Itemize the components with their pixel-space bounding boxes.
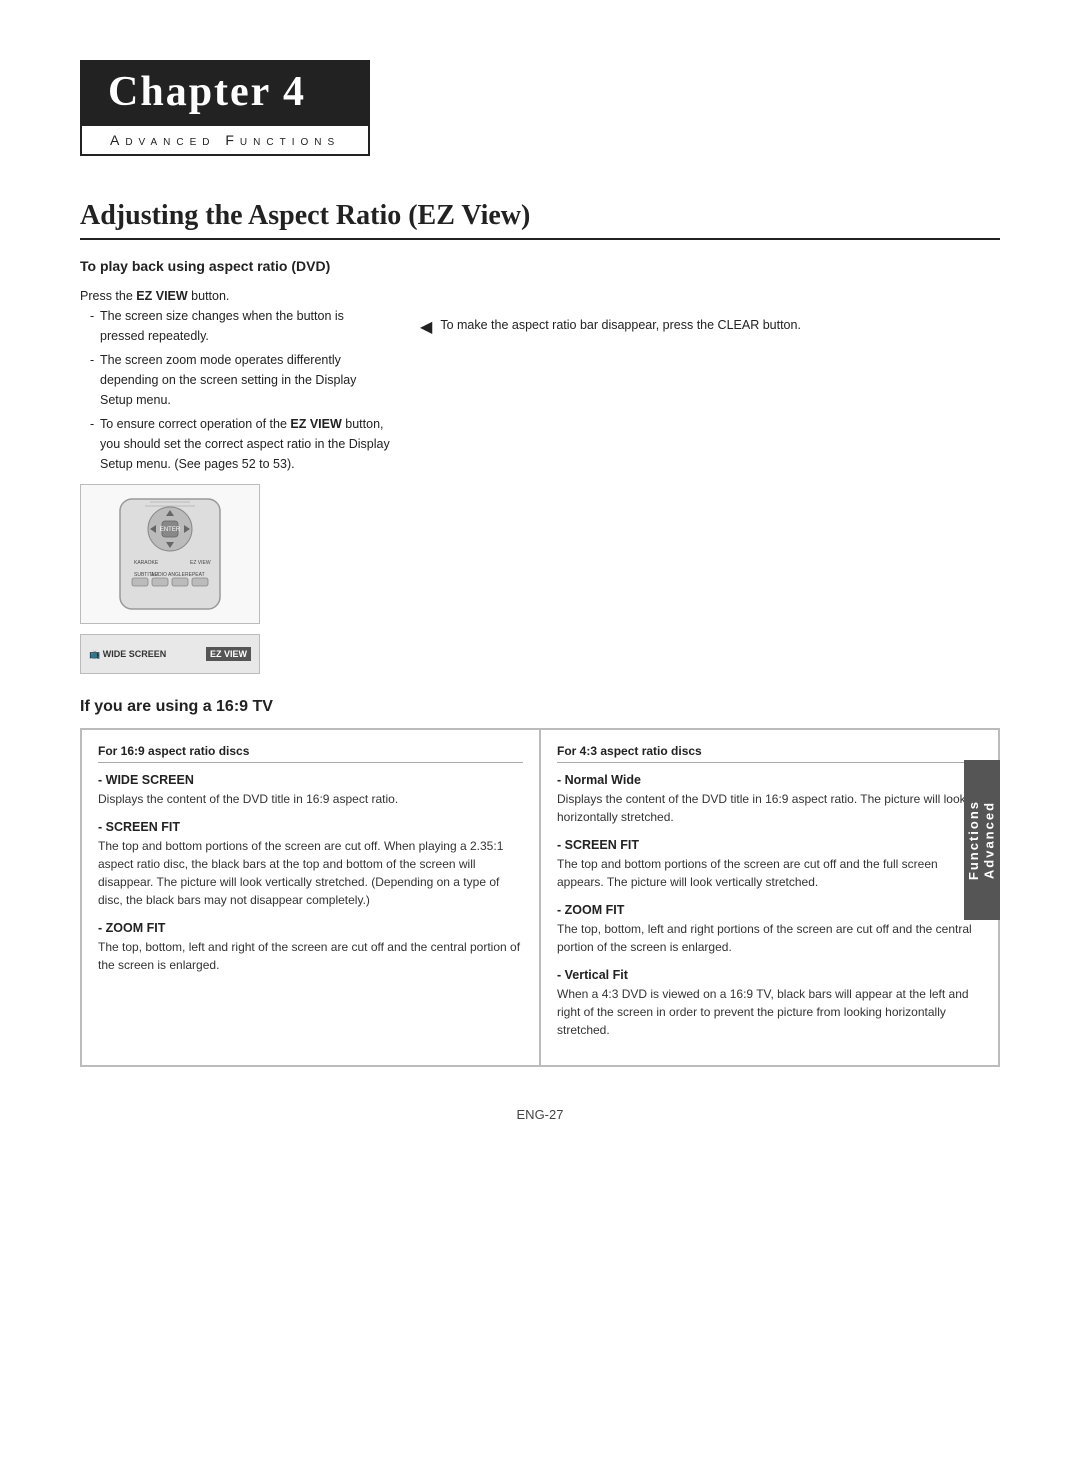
mode-desc-screen-fit-2: The top and bottom portions of the scree…: [557, 855, 982, 891]
remote-illustration: ENTER KARAOKE EZ VIEW SUBTITLE AUDIO ANG…: [80, 484, 260, 624]
mode-title-screen-fit-1: - SCREEN FIT: [98, 820, 523, 834]
section2-heading: If you are using a 16:9 TV: [80, 698, 1000, 716]
mode-item-vertical-fit: - Vertical Fit When a 4:3 DVD is viewed …: [557, 968, 982, 1039]
svg-text:ENTER: ENTER: [160, 527, 181, 533]
section1-heading: To play back using aspect ratio (DVD): [80, 258, 1000, 274]
mode-item-normal-wide: - Normal Wide Displays the content of th…: [557, 773, 982, 826]
side-tab: AdvancedFunctions: [964, 760, 1000, 920]
instruction-intro: Press the EZ VIEW button.: [80, 286, 390, 306]
modes-col-16-9: For 16:9 aspect ratio discs - WIDE SCREE…: [81, 729, 540, 1066]
bullet-1: The screen size changes when the button …: [90, 306, 390, 346]
chapter-title: Chapter 4: [80, 60, 370, 124]
mode-title-zoom-fit-2: - ZOOM FIT: [557, 903, 982, 917]
svg-text:AUDIO: AUDIO: [151, 572, 167, 578]
section1-right: ◀ To make the aspect ratio bar disappear…: [420, 286, 1000, 674]
tip-text: To make the aspect ratio bar disappear, …: [440, 316, 801, 335]
mode-desc-screen-fit-1: The top and bottom portions of the scree…: [98, 837, 523, 909]
mode-title-wide-screen: - WIDE SCREEN: [98, 773, 523, 787]
mode-desc-zoom-fit-2: The top, bottom, left and right portions…: [557, 920, 982, 956]
bar-label: 📺 WIDE SCREEN: [89, 649, 166, 660]
bullet-3: To ensure correct operation of the EZ VI…: [90, 414, 390, 474]
svg-text:ANGLE: ANGLE: [168, 572, 186, 578]
svg-text:REPEAT: REPEAT: [185, 572, 205, 578]
remote-svg: ENTER KARAOKE EZ VIEW SUBTITLE AUDIO ANG…: [90, 494, 250, 614]
bullet-2: The screen zoom mode operates differentl…: [90, 350, 390, 410]
section1-left: Press the EZ VIEW button. The screen siz…: [80, 286, 390, 674]
side-tab-text: AdvancedFunctions: [966, 800, 997, 880]
tip-row: ◀ To make the aspect ratio bar disappear…: [420, 316, 1000, 337]
page-number: ENG-27: [80, 1107, 1000, 1122]
mode-desc-zoom-fit-1: The top, bottom, left and right of the s…: [98, 938, 523, 974]
widescreen-bar: 📺 WIDE SCREEN EZ VIEW: [80, 634, 260, 674]
col2-header: For 4:3 aspect ratio discs: [557, 744, 982, 763]
mode-title-screen-fit-2: - SCREEN FIT: [557, 838, 982, 852]
chapter-subtitle: Advanced Functions: [80, 124, 370, 156]
svg-text:EZ VIEW: EZ VIEW: [190, 560, 211, 566]
mode-item-zoom-fit-1: - ZOOM FIT The top, bottom, left and rig…: [98, 921, 523, 974]
mode-title-normal-wide: - Normal Wide: [557, 773, 982, 787]
tip-arrow-icon: ◀: [420, 317, 432, 337]
mode-item-screen-fit-2: - SCREEN FIT The top and bottom portions…: [557, 838, 982, 891]
mode-item-zoom-fit-2: - ZOOM FIT The top, bottom, left and rig…: [557, 903, 982, 956]
mode-item-wide-screen: - WIDE SCREEN Displays the content of th…: [98, 773, 523, 808]
instruction-block: Press the EZ VIEW button. The screen siz…: [80, 286, 390, 474]
modes-col-4-3: For 4:3 aspect ratio discs - Normal Wide…: [540, 729, 999, 1066]
mode-desc-wide-screen: Displays the content of the DVD title in…: [98, 790, 523, 808]
bar-right-label: EZ VIEW: [206, 647, 251, 661]
mode-title-zoom-fit-1: - ZOOM FIT: [98, 921, 523, 935]
section1-content: Press the EZ VIEW button. The screen siz…: [80, 286, 1000, 674]
col1-header: For 16:9 aspect ratio discs: [98, 744, 523, 763]
mode-desc-normal-wide: Displays the content of the DVD title in…: [557, 790, 982, 826]
mode-title-vertical-fit: - Vertical Fit: [557, 968, 982, 982]
page-title: Adjusting the Aspect Ratio (EZ View): [80, 200, 1000, 240]
instruction-bullets: The screen size changes when the button …: [80, 306, 390, 474]
page-wrapper: AdvancedFunctions Chapter 4 Advanced Fun…: [80, 60, 1000, 1122]
mode-desc-vertical-fit: When a 4:3 DVD is viewed on a 16:9 TV, b…: [557, 985, 982, 1039]
svg-text:KARAOKE: KARAOKE: [134, 560, 159, 566]
chapter-header: Chapter 4 Advanced Functions: [80, 60, 370, 156]
modes-grid: For 16:9 aspect ratio discs - WIDE SCREE…: [80, 728, 1000, 1067]
mode-item-screen-fit-1: - SCREEN FIT The top and bottom portions…: [98, 820, 523, 909]
